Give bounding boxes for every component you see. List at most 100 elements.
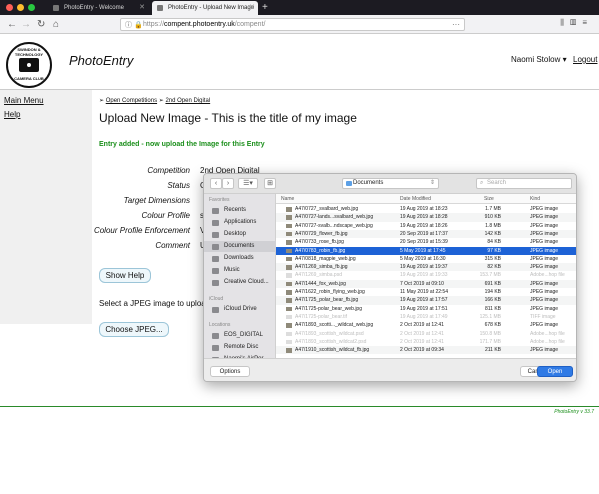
maximize-window-icon[interactable] xyxy=(28,4,35,11)
image-file-icon xyxy=(286,298,292,303)
chevron-down-icon: ▾ xyxy=(562,55,567,64)
new-tab-icon[interactable]: + xyxy=(262,0,268,15)
breadcrumb-arrow-icon: ➢ xyxy=(99,98,105,104)
sidebar-item-music[interactable]: Music xyxy=(204,265,276,276)
url-path: /compent/ xyxy=(234,21,266,28)
file-name: A47/1269_simba_fb.jpg xyxy=(295,264,348,271)
file-row[interactable]: A47/0818_magpie_web.jpg 5 May 2019 at 16:… xyxy=(276,255,576,263)
sidebar-item-label: Remote Disc xyxy=(224,344,259,350)
search-placeholder: Search xyxy=(487,180,507,186)
search-icon: ⌕ xyxy=(480,180,484,186)
file-row[interactable]: A47/1269_simba_fb.jpg 19 Aug 2019 at 19:3… xyxy=(276,263,576,272)
file-kind: Adobe...hop file xyxy=(530,330,565,337)
options-button[interactable]: Options xyxy=(210,366,250,377)
dialog-back-icon[interactable]: ‹ xyxy=(210,178,222,189)
dialog-sidebar: Favorites Recents Applications Desktop D… xyxy=(204,194,276,363)
sidebar-item-eos-digital[interactable]: EOS_DIGITAL xyxy=(204,330,276,341)
breadcrumb-item-competition[interactable]: 2nd Open Digital xyxy=(165,98,210,104)
file-name: A47/0727-svalb...ndscape_web.jpg xyxy=(295,222,373,229)
menu-icon[interactable]: ≡ xyxy=(582,18,593,27)
file-kind: JPEG image xyxy=(530,264,559,271)
file-row[interactable]: A47/1910_scottish_wildcat_fb.jpg 2 Oct 20… xyxy=(276,346,576,355)
search-input[interactable]: ⌕ Search xyxy=(476,178,572,189)
dialog-forward-icon[interactable]: › xyxy=(222,178,234,189)
file-name: A47/0727-lands...svalbard_web.jpg xyxy=(295,214,374,221)
minimize-window-icon[interactable] xyxy=(17,4,24,11)
image-file-icon xyxy=(286,339,292,345)
file-kind: JPEG image xyxy=(530,214,559,221)
file-kind: JPEG image xyxy=(530,230,559,237)
sidebar-item-downloads[interactable]: Downloads xyxy=(204,253,276,264)
image-file-icon xyxy=(286,256,292,262)
reload-icon[interactable]: ↻ xyxy=(37,18,45,31)
field-label-target-dimensions: Target Dimensions xyxy=(123,196,190,205)
image-file-icon xyxy=(286,290,292,295)
sidebar-item-label: Music xyxy=(224,267,240,273)
sidebar-item-applications[interactable]: Applications xyxy=(204,217,276,228)
file-name: A47/1910_scottish_wildcat_fb.jpg xyxy=(295,347,370,354)
file-row[interactable]: A47/0783_robin_fb.jpg 5 May 2019 at 17:45… xyxy=(276,246,576,255)
file-row[interactable]: A47/1725-polar_bear_web.jpg 19 Aug 2019 a… xyxy=(276,305,576,313)
file-row[interactable]: A47/0733_rose_fb.jpg 20 Sep 2019 at 15:39… xyxy=(276,238,576,246)
desktop-icon xyxy=(212,232,219,238)
tab-upload[interactable]: PhotoEntry - Upload New Image ✕ xyxy=(152,1,258,15)
file-kind: JPEG image xyxy=(530,222,559,229)
file-row[interactable]: A47/0727_svalbard_web.jpg 19 Aug 2019 at … xyxy=(276,205,576,213)
sidebar-item-documents[interactable]: Documents xyxy=(204,241,276,252)
file-size: 691 KB xyxy=(484,280,501,287)
club-logo: SWINDON & TECHNOLOGY CAMERA CLUB xyxy=(6,42,52,88)
file-row[interactable]: A47/1444_fox_web.jpg 7 Oct 2019 at 09:10 6… xyxy=(276,279,576,288)
close-tab-icon[interactable]: ✕ xyxy=(139,1,145,15)
url-bar[interactable]: ⓘ 🔒 https://compent.photoentry.uk/compen… xyxy=(120,18,465,31)
file-row[interactable]: A47/1725_polar_bear_fb.jpg 19 Aug 2019 at… xyxy=(276,296,576,305)
forward-icon[interactable]: → xyxy=(21,18,31,31)
sidebar-item-creative-cloud[interactable]: Creative Cloud... xyxy=(204,277,276,288)
open-button[interactable]: Open xyxy=(537,366,573,377)
sidebar-item-desktop[interactable]: Desktop xyxy=(204,229,276,240)
file-kind: JPEG image xyxy=(530,322,559,329)
sidebar-icon[interactable]: ▥ xyxy=(570,18,582,27)
file-open-dialog: ‹ › ☰▾ ⊞ Documents ⇕ ⌕ Search Favorites … xyxy=(203,173,577,382)
close-window-icon[interactable] xyxy=(6,4,13,11)
close-tab-icon[interactable]: ✕ xyxy=(249,1,255,15)
column-date[interactable]: Date Modified xyxy=(400,194,431,204)
file-list-header: Name Date Modified Size Kind xyxy=(276,194,576,204)
creative-cloud-icon xyxy=(212,280,219,286)
sidebar-item-recents[interactable]: Recents xyxy=(204,205,276,216)
file-row[interactable]: A47/0729_flower_fb.jpg 20 Sep 2019 at 17:… xyxy=(276,229,576,239)
file-size: 1.7 MB xyxy=(485,206,501,212)
column-size[interactable]: Size xyxy=(484,194,494,204)
back-icon[interactable]: ← xyxy=(7,18,17,31)
user-menu[interactable]: Naomi Stolow ▾ xyxy=(511,55,567,64)
sidebar-item-remote-disc[interactable]: Remote Disc xyxy=(204,342,276,353)
page-actions-icon[interactable]: ··· xyxy=(452,19,460,30)
file-row[interactable]: A47/0727-svalb...ndscape_web.jpg 19 Aug 2… xyxy=(276,222,576,230)
file-kind: JPEG image xyxy=(530,305,559,312)
show-help-button[interactable]: Show Help xyxy=(99,268,151,283)
column-kind[interactable]: Kind xyxy=(530,194,540,204)
browser-navbar: ← → ↻ ⌂ ⓘ 🔒 https://compent.photoentry.u… xyxy=(0,15,599,34)
breadcrumb-item-open-competitions[interactable]: Open Competitions xyxy=(106,98,157,104)
file-row[interactable]: A47/1893_scotti..._wildcat_web.jpg 2 Oct … xyxy=(276,321,576,329)
library-icon[interactable]: ⫼ xyxy=(560,18,570,27)
tab-welcome[interactable]: PhotoEntry - Welcome ✕ xyxy=(48,1,148,15)
location-dropdown[interactable]: Documents ⇕ xyxy=(342,178,439,189)
file-row[interactable]: A47/0727-lands...svalbard_web.jpg 19 Aug … xyxy=(276,213,576,222)
choose-jpeg-button[interactable]: Choose JPEG... xyxy=(99,322,169,337)
sidebar-item-label: Recents xyxy=(224,207,247,213)
file-name: A47/1444_fox_web.jpg xyxy=(295,280,346,287)
file-size: 125.1 MB xyxy=(479,313,501,320)
view-options-icon[interactable]: ☰▾ xyxy=(238,178,258,189)
sidebar-item-help[interactable]: Help xyxy=(4,110,20,119)
file-row[interactable]: A47/1622_robin_flying_web.jpg 11 May 2019… xyxy=(276,288,576,296)
info-icon[interactable]: ⓘ xyxy=(125,20,132,31)
file-size: 194 KB xyxy=(484,289,501,295)
file-name: A47/1622_robin_flying_web.jpg xyxy=(295,289,365,295)
logout-link[interactable]: Logout xyxy=(573,55,597,64)
sidebar-item-main-menu[interactable]: Main Menu xyxy=(4,96,44,105)
field-label-colour-profile-enforcement: Colour Profile Enforcement xyxy=(93,226,190,235)
new-folder-icon[interactable]: ⊞ xyxy=(264,178,276,189)
home-icon[interactable]: ⌂ xyxy=(53,18,59,31)
column-name[interactable]: Name xyxy=(281,194,294,204)
sidebar-item-icloud-drive[interactable]: iCloud Drive xyxy=(204,304,276,315)
